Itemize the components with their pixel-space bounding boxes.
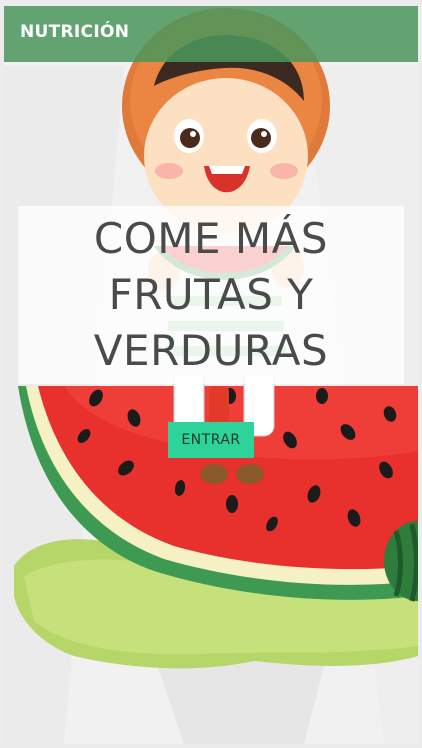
app-frame: NUTRICIÓN COME MÁS FRUTAS Y VERDURAS ENT… (4, 6, 418, 744)
hero-title-line: FRUTAS Y (108, 270, 314, 319)
brand-title[interactable]: NUTRICIÓN (20, 22, 129, 42)
app-header: NUTRICIÓN (4, 6, 418, 62)
hero-title: COME MÁS FRUTAS Y VERDURAS (18, 211, 404, 379)
hero-title-line: VERDURAS (93, 326, 329, 375)
hero-title-line: COME MÁS (93, 214, 329, 263)
enter-button[interactable]: ENTRAR (168, 422, 254, 458)
